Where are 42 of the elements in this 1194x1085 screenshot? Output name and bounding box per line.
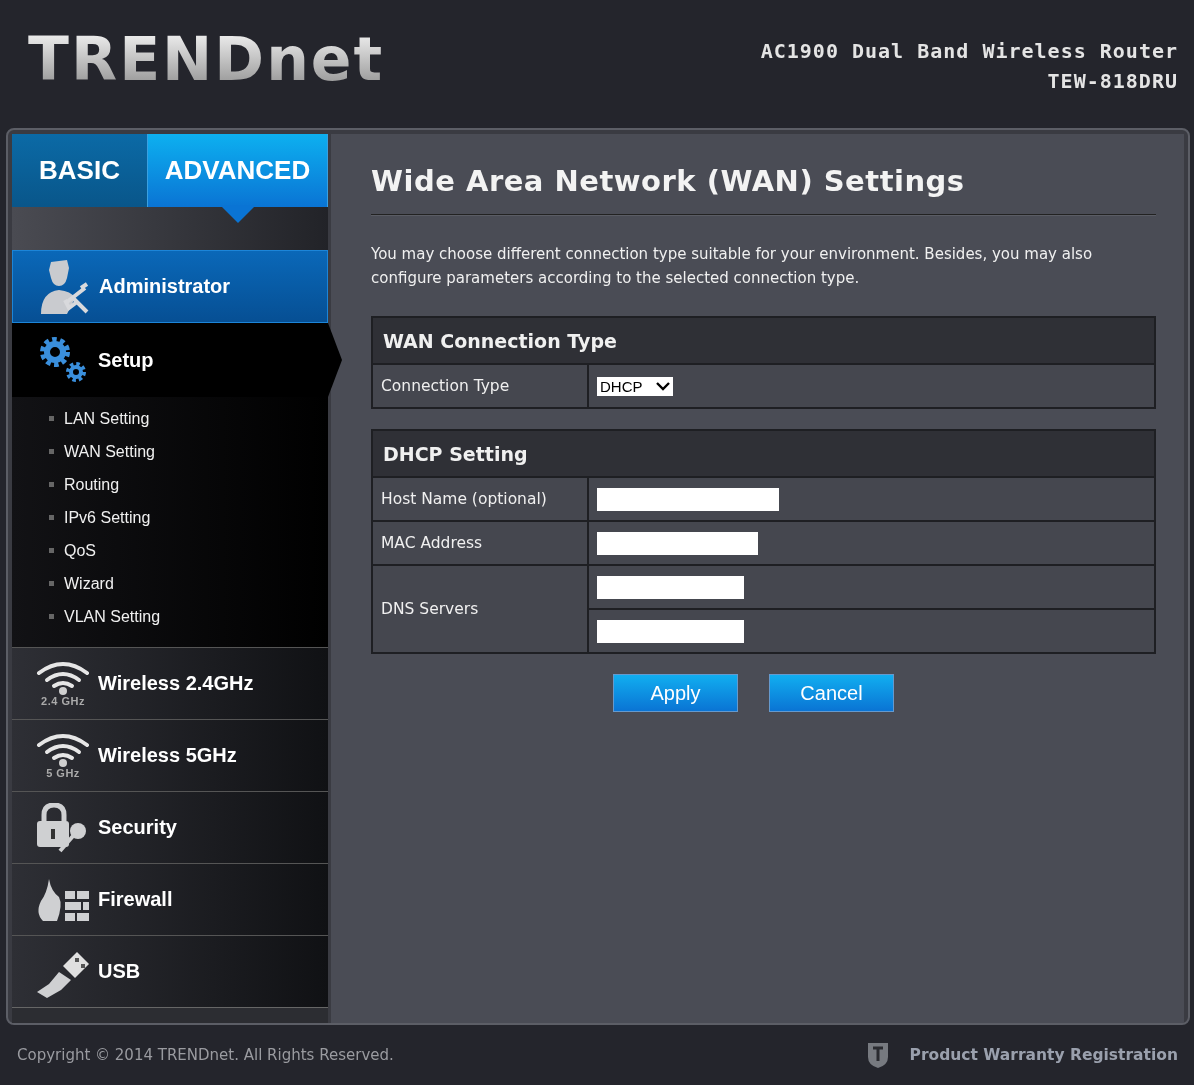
field-label: Host Name (optional) [372, 477, 588, 521]
bullet-icon [49, 449, 54, 454]
bullet-icon [49, 614, 54, 619]
bullet-icon [49, 416, 54, 421]
input-field[interactable] [597, 487, 779, 511]
menu-item[interactable]: Security [12, 791, 328, 863]
submenu-item[interactable]: IPv6 Setting [64, 508, 151, 527]
submenu-item[interactable]: QoS [64, 541, 96, 560]
input-field[interactable] [597, 575, 744, 599]
bullet-icon [49, 581, 54, 586]
model-name: TEW-818DRU [1047, 68, 1178, 95]
input-field[interactable] [597, 531, 758, 555]
menu-item[interactable]: 5 GHz Wireless 5GHz [12, 719, 328, 791]
field-label: Connection Type [372, 364, 588, 408]
caret-icon [656, 381, 670, 391]
menu-item[interactable]: Firewall [12, 863, 328, 935]
bullet-icon [49, 515, 54, 520]
field-label: DNS Servers [372, 565, 588, 653]
submenu-item[interactable]: LAN Setting [64, 409, 150, 428]
intro-text: You may choose different connection type suitable for your environment. Besides, you may also configure parameters according to the selected connection type. [371, 244, 1094, 289]
submenu-item[interactable]: VLAN Setting [64, 607, 161, 626]
field-label: MAC Address [372, 521, 588, 565]
menu-item[interactable]: Administrator [12, 250, 328, 323]
connection-type-select[interactable]: DHCP [597, 376, 673, 396]
menu-item[interactable]: Setup [12, 323, 328, 397]
shield-icon [865, 1041, 890, 1069]
product-name: AC1900 Dual Band Wireless Router [760, 38, 1178, 65]
input-field[interactable] [597, 619, 744, 643]
menu-item[interactable]: USB [12, 935, 328, 1007]
submenu-item[interactable]: Wizard [64, 574, 114, 593]
section-heading: WAN Connection Type [372, 317, 1155, 364]
copyright-text: Copyright © 2014 TRENDnet. All Rights Reserved. [17, 1046, 394, 1064]
nav-tab[interactable]: BASIC [12, 134, 148, 207]
section-heading: DHCP Setting [372, 430, 1155, 477]
bullet-icon [49, 482, 54, 487]
form-button[interactable]: Apply [613, 674, 738, 712]
page-title: Wide Area Network (WAN) Settings [371, 164, 966, 198]
warranty-link[interactable]: Product Warranty Registration [909, 1046, 1178, 1064]
submenu-item[interactable]: Routing [64, 475, 120, 494]
menu-item[interactable]: 2.4 GHz Wireless 2.4GHz [12, 647, 328, 719]
submenu-item[interactable]: WAN Setting [64, 442, 155, 461]
bullet-icon [49, 548, 54, 553]
